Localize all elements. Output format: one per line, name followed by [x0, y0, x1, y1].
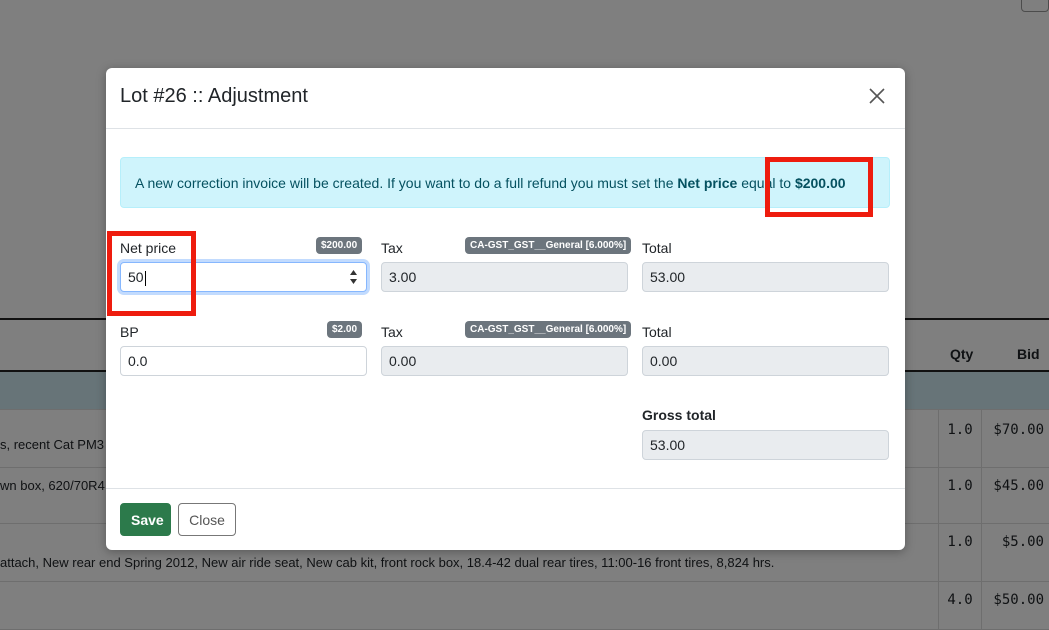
adjustment-modal: Lot #26 :: Adjustment A new correction i…	[106, 68, 905, 550]
alert-text-before: A new correction invoice will be created…	[135, 175, 678, 191]
bp-tax-value: 0.00	[389, 353, 417, 369]
bp-tax-field: 0.00	[381, 346, 628, 376]
bp-tax-badge: CA-GST_GST__General [6.000%]	[465, 321, 632, 338]
modal-footer: Save Close	[106, 488, 905, 550]
tax-field: 3.00	[381, 262, 628, 292]
annotation-box-net-price	[107, 231, 196, 316]
save-button[interactable]: Save	[120, 503, 171, 536]
tax-label: Tax	[381, 240, 403, 256]
bp-tax-label: Tax	[381, 324, 403, 340]
close-button[interactable]: Close	[178, 503, 236, 536]
net-price-badge: $200.00	[316, 237, 363, 254]
bp-value: 0.0	[128, 353, 148, 369]
bp-label: BP	[120, 324, 139, 340]
modal-header: Lot #26 :: Adjustment	[106, 68, 905, 129]
gross-total-field: 53.00	[642, 430, 889, 460]
close-icon[interactable]	[867, 86, 887, 106]
tax-value: 3.00	[389, 269, 417, 285]
tax-badge: CA-GST_GST__General [6.000%]	[465, 237, 632, 254]
modal-title: Lot #26 :: Adjustment	[120, 85, 308, 107]
bp-total-value: 0.00	[650, 353, 678, 369]
total-value: 53.00	[650, 269, 686, 285]
gross-total-label: Gross total	[642, 407, 716, 423]
bp-total-field: 0.00	[642, 346, 889, 376]
bp-input[interactable]: 0.0	[120, 346, 367, 376]
gross-total-value: 53.00	[650, 437, 686, 453]
bp-total-label: Total	[642, 324, 672, 340]
alert-bold-label: Net price	[677, 175, 738, 191]
total-label: Total	[642, 240, 672, 256]
total-field: 53.00	[642, 262, 889, 292]
bp-badge: $2.00	[327, 321, 363, 338]
number-spinner-icon[interactable]	[349, 267, 358, 287]
annotation-box-amount	[765, 157, 873, 217]
